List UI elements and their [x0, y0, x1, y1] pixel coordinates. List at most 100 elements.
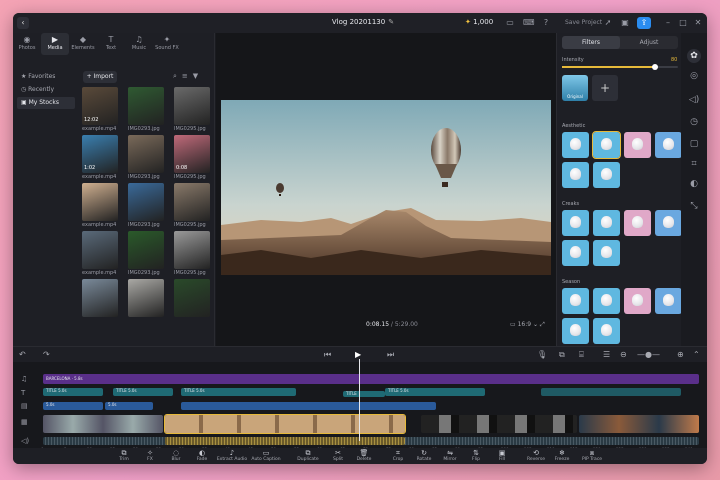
nav-item-my-stocks[interactable]: ▣ My Stocks: [17, 97, 75, 109]
crop-tool-icon[interactable]: ⌗: [687, 157, 701, 171]
media-thumbnail[interactable]: [174, 279, 210, 317]
media-thumbnail[interactable]: [128, 135, 164, 173]
filter-original[interactable]: Original: [562, 75, 588, 101]
fade-button[interactable]: ◐ Fade: [189, 448, 215, 464]
pip-trace-button[interactable]: ⧈ PIP Trace: [575, 448, 609, 464]
rotate-button[interactable]: ↻ Rotate: [411, 448, 437, 464]
filter-tile[interactable]: [593, 240, 620, 266]
align-icon[interactable]: ☰: [603, 350, 610, 359]
delete-button[interactable]: 🗑 Delete: [351, 448, 377, 464]
skip-forward-icon[interactable]: ⏭: [387, 350, 394, 360]
fill-button[interactable]: ▣ Fill: [489, 448, 515, 464]
tab-photos[interactable]: ◉ Photos: [13, 33, 41, 55]
tab-media[interactable]: ▶ Media: [41, 33, 69, 55]
media-thumbnail[interactable]: [128, 183, 164, 221]
split-view-icon[interactable]: ⌸: [579, 350, 584, 360]
search-icon[interactable]: ⌕: [173, 72, 182, 80]
media-thumbnail[interactable]: [174, 87, 210, 125]
filter-tile[interactable]: [593, 162, 620, 188]
zoom-slider[interactable]: —●—: [637, 350, 660, 359]
media-item[interactable]: 0:08 IMG0295.jpg: [174, 135, 216, 181]
title-clip[interactable]: [541, 388, 681, 396]
split-button[interactable]: ✂ Split: [325, 448, 351, 464]
audio-clip[interactable]: 5.0s: [105, 402, 153, 410]
title-clip[interactable]: TITLE 5.0s: [113, 388, 173, 396]
zoom-out-icon[interactable]: ⊖: [620, 350, 627, 359]
import-button[interactable]: + Import: [83, 71, 117, 83]
tab-filters[interactable]: Filters: [562, 36, 620, 49]
export-button[interactable]: ⇪: [637, 17, 651, 29]
tab-adjust[interactable]: Adjust: [620, 36, 678, 49]
filter-tile[interactable]: [624, 132, 651, 158]
media-thumbnail[interactable]: [128, 279, 164, 317]
video-clip[interactable]: [421, 415, 577, 433]
filter-tile[interactable]: [592, 131, 621, 159]
video-clip[interactable]: [579, 415, 699, 433]
title-clip[interactable]: TITLE: [343, 391, 385, 397]
minimize-icon[interactable]: –: [663, 18, 673, 28]
media-thumbnail[interactable]: [82, 231, 118, 269]
filter-tile[interactable]: [562, 288, 589, 314]
tab-elements[interactable]: ◆ Elements: [69, 33, 97, 55]
nav-item-recently[interactable]: ◷ Recently: [17, 84, 75, 96]
fullscreen-icon[interactable]: ⤢: [540, 321, 545, 328]
media-thumbnail[interactable]: 1:02: [82, 135, 118, 173]
media-item[interactable]: IMG0293.jpg: [128, 135, 170, 181]
audio-clip[interactable]: [181, 402, 436, 410]
add-filter-button[interactable]: +: [592, 75, 618, 101]
crop-button[interactable]: ⌗ Crop: [385, 448, 411, 464]
filter-tile[interactable]: [593, 210, 620, 236]
maximize-icon[interactable]: □: [678, 18, 688, 28]
audio-tool-icon[interactable]: ◁): [687, 93, 701, 107]
volume-icon[interactable]: ◁): [21, 437, 29, 445]
flip-button[interactable]: ⇅ Flip: [463, 448, 489, 464]
media-thumbnail[interactable]: 0:08: [174, 135, 210, 173]
layout-icon[interactable]: ▭: [505, 18, 515, 28]
filter-tile[interactable]: [655, 210, 682, 236]
reverse-button[interactable]: ⟲ Reverse: [523, 448, 549, 464]
video-track-icon[interactable]: ▦: [21, 418, 28, 426]
filter-tile[interactable]: [624, 288, 651, 314]
filter-tile[interactable]: [655, 288, 682, 314]
pencil-icon[interactable]: ✎: [388, 18, 394, 26]
audio-track-icon[interactable]: ▤: [21, 402, 28, 410]
media-thumbnail[interactable]: 12:02: [82, 87, 118, 125]
filter-tile[interactable]: [624, 210, 651, 236]
filter-tile[interactable]: [562, 318, 589, 344]
blur-button[interactable]: ◌ Blur: [163, 448, 189, 464]
video-clip-selected[interactable]: [164, 414, 406, 434]
help-icon[interactable]: ?: [541, 18, 551, 28]
intensity-knob[interactable]: [651, 64, 658, 70]
media-item[interactable]: example.mp4: [82, 183, 124, 229]
media-thumbnail[interactable]: [82, 279, 118, 317]
filter-tile[interactable]: [655, 132, 682, 158]
media-item[interactable]: IMG0293.jpg: [128, 183, 170, 229]
duplicate-button[interactable]: ⧉ Duplicate: [291, 448, 325, 464]
music-clip[interactable]: BARCELONA · 5.8s: [43, 374, 699, 384]
filters-tool-icon[interactable]: ✿: [687, 49, 701, 63]
media-item[interactable]: IMG0295.jpg: [174, 231, 216, 277]
sort-icon[interactable]: ≡: [182, 72, 193, 80]
waveform-selected[interactable]: [165, 437, 405, 445]
filter-tile[interactable]: [562, 210, 589, 236]
project-title[interactable]: Vlog 20201130 ✎: [313, 18, 413, 26]
link-icon[interactable]: ⧉: [559, 350, 565, 360]
keyboard-icon[interactable]: ⌨: [523, 18, 535, 28]
coin-balance[interactable]: ✦ 1,000: [465, 18, 493, 26]
back-button[interactable]: ‹: [17, 17, 29, 29]
title-clip[interactable]: TITLE 5.0s: [181, 388, 296, 396]
music-track-icon[interactable]: ♫: [21, 375, 27, 383]
filter-tile[interactable]: [593, 318, 620, 344]
video-clip[interactable]: [43, 415, 163, 433]
title-clip[interactable]: TITLE 5.0s: [385, 388, 485, 396]
media-item[interactable]: IMG0293.jpg: [128, 87, 170, 133]
filter-tile[interactable]: [562, 132, 589, 158]
effects-tool-icon[interactable]: ◐: [687, 177, 701, 191]
media-item[interactable]: example.mp4: [82, 231, 124, 277]
video-preview[interactable]: [221, 100, 551, 275]
media-thumbnail[interactable]: [128, 231, 164, 269]
redo-icon[interactable]: ↷: [43, 350, 50, 359]
media-item[interactable]: IMG0293.jpg: [128, 231, 170, 277]
intensity-slider[interactable]: [562, 64, 678, 70]
undo-icon[interactable]: ↶: [19, 350, 26, 359]
